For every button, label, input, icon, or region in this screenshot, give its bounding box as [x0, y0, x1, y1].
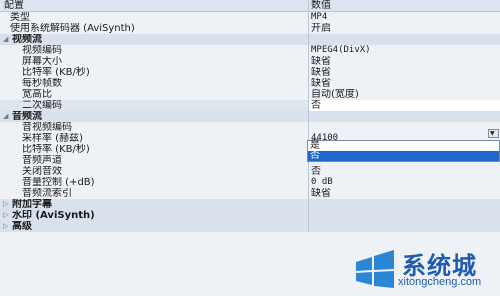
group-title: 水印 (AviSynth) [12, 210, 95, 221]
row-label: 关闭音效 [22, 166, 62, 177]
row-label: 音频流索引 [22, 188, 72, 199]
windows-logo-icon [356, 250, 394, 288]
group-advanced[interactable]: ▷ 高级 [0, 221, 500, 232]
row-label: 二次编码 [0, 100, 308, 111]
expand-arrow-icon[interactable]: ▷ [3, 199, 8, 210]
collapse-arrow-icon[interactable]: ◢ [3, 34, 8, 45]
expand-arrow-icon[interactable]: ▷ [3, 221, 8, 232]
row-label: 每秒帧数 [22, 78, 62, 89]
row-label: 屏幕大小 [22, 56, 62, 67]
grid-header: 配置 数值 [0, 0, 500, 12]
row-label: 采样率 (赫兹) [22, 133, 83, 144]
dropdown-option-no[interactable]: 否 [308, 151, 499, 161]
row-value[interactable]: 0 dB [308, 177, 500, 188]
row-label: 视频编码 [22, 45, 62, 56]
row-audio-index[interactable]: 音频流索引 缺省 [0, 188, 500, 199]
row-value[interactable] [308, 122, 500, 133]
row-label: 宽高比 [22, 89, 52, 100]
row-value[interactable]: 缺省 [308, 56, 500, 67]
collapse-arrow-icon[interactable]: ◢ [3, 111, 8, 122]
group-value [308, 34, 500, 45]
row-label: 类型 [10, 12, 30, 23]
two-pass-dropdown-list: 是 否 [307, 140, 500, 162]
group-value [308, 111, 500, 122]
row-label: 音视频编码 [22, 122, 72, 133]
row-value[interactable]: 缺省 [308, 188, 500, 199]
group-watermark[interactable]: ▷ 水印 (AviSynth) [0, 210, 500, 221]
group-subtitles[interactable]: ▷ 附加字幕 [0, 199, 500, 210]
row-screen-size[interactable]: 屏幕大小 缺省 [0, 56, 500, 67]
header-col-value: 数值 [308, 0, 500, 11]
two-pass-select[interactable]: 否 [308, 100, 500, 111]
row-video-bitrate[interactable]: 比特率 (KB/秒) 缺省 [0, 67, 500, 78]
dropdown-option-yes[interactable]: 是 [308, 141, 499, 151]
row-type[interactable]: 类型 MP4 [0, 12, 500, 23]
row-label: 音频声道 [22, 155, 62, 166]
row-value[interactable]: 缺省 [308, 78, 500, 89]
group-title: 高级 [12, 221, 32, 232]
row-two-pass[interactable]: 二次编码 否 [0, 100, 500, 111]
dropdown-button[interactable]: ▼ [488, 129, 499, 138]
row-video-codec[interactable]: 视频编码 MPEG4(DivX) [0, 45, 500, 56]
property-grid: 配置 数值 类型 MP4 使用系统解码器 (AviSynth) 开启 ◢ 视频流 … [0, 0, 500, 232]
row-mute[interactable]: 关闭音效 否 [0, 166, 500, 177]
brand-url: xitongcheng.com [398, 276, 482, 288]
row-volume[interactable]: 音量控制 (+dB) 0 dB [0, 177, 500, 188]
group-title: 音频流 [12, 111, 42, 122]
row-value[interactable]: MP4 [308, 12, 500, 23]
row-value[interactable]: 否 [308, 166, 500, 177]
chevron-down-icon: ▼ [490, 130, 495, 137]
header-col-name: 配置 [0, 0, 308, 11]
row-aspect-ratio[interactable]: 宽高比 自动(宽度) [0, 89, 500, 100]
watermark-logo: 系统城 xitongcheng.com [352, 244, 492, 294]
row-label: 使用系统解码器 (AviSynth) [10, 23, 135, 34]
expand-arrow-icon[interactable]: ▷ [3, 210, 8, 221]
row-fps[interactable]: 每秒帧数 缺省 [0, 78, 500, 89]
row-label: 比特率 (KB/秒) [22, 144, 90, 155]
row-value[interactable]: 缺省 [308, 67, 500, 78]
row-label: 比特率 (KB/秒) [22, 67, 90, 78]
row-label: 音量控制 (+dB) [22, 177, 95, 188]
row-system-decoder[interactable]: 使用系统解码器 (AviSynth) 开启 [0, 23, 500, 34]
group-video[interactable]: ◢ 视频流 [0, 34, 500, 45]
group-audio[interactable]: ◢ 音频流 [0, 111, 500, 122]
row-audio-codec[interactable]: 音视频编码 [0, 122, 500, 133]
group-title: 视频流 [12, 34, 42, 45]
row-value[interactable]: MPEG4(DivX) [308, 45, 500, 56]
row-value[interactable]: 开启 [308, 23, 500, 34]
group-title: 附加字幕 [12, 199, 52, 210]
row-value[interactable]: 自动(宽度) [308, 89, 500, 100]
